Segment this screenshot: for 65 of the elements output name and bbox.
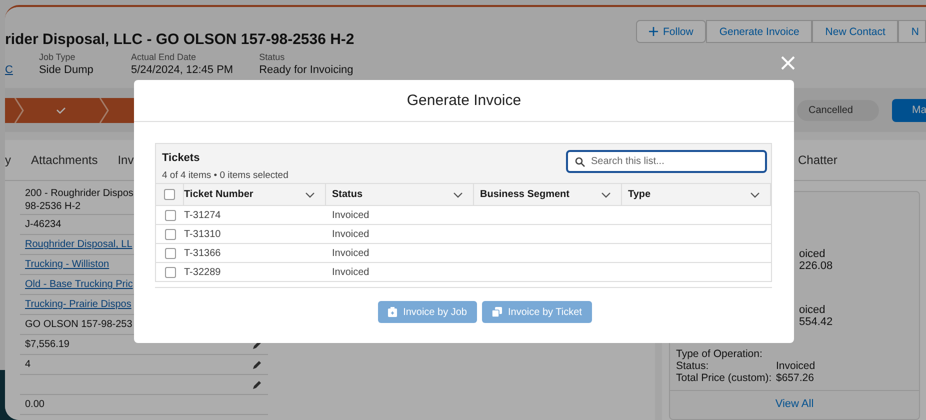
action-button[interactable]: N bbox=[898, 20, 926, 43]
detail-value: $7,556.19 bbox=[25, 338, 70, 351]
table-cell: T-31310 bbox=[184, 228, 221, 240]
record-title: rider Disposal, LLC - GO OLSON 157-98-2536 H-2 bbox=[5, 31, 354, 48]
status-pill[interactable]: Cancelled bbox=[796, 100, 879, 120]
detail-link[interactable]: Roughrider Disposal, LL bbox=[25, 238, 132, 251]
related-value: oiced bbox=[799, 248, 826, 260]
checkbox[interactable] bbox=[164, 248, 176, 258]
search-icon bbox=[575, 157, 585, 167]
field-label: Job Type bbox=[38, 52, 76, 62]
chevron-down-icon[interactable] bbox=[601, 192, 611, 198]
table-cell: Invoiced bbox=[332, 248, 370, 258]
field-link[interactable]: C bbox=[5, 64, 13, 76]
table-cell: Invoiced bbox=[332, 266, 370, 278]
table-cell: T-32289 bbox=[184, 266, 221, 278]
related-value: $657.26 bbox=[776, 372, 815, 384]
field-label: Status bbox=[259, 52, 286, 62]
related-value: oiced bbox=[799, 304, 826, 316]
pencil-icon[interactable] bbox=[252, 380, 262, 390]
modal-title: Generate Invoice bbox=[406, 92, 522, 109]
table-cell: Invoiced bbox=[332, 228, 370, 240]
related-label: Total Price (custom): bbox=[676, 372, 773, 384]
detail-value: 200 - Roughrider Dispos 98-2536 H-2 bbox=[25, 186, 134, 212]
table-cell: T-31366 bbox=[184, 248, 221, 258]
checkbox[interactable] bbox=[164, 228, 176, 240]
table-cell: T-31274 bbox=[184, 210, 221, 220]
copy-icon bbox=[492, 307, 502, 317]
progress-path-drawing[interactable] bbox=[5, 98, 134, 122]
plus-icon bbox=[648, 27, 658, 36]
view-all-link[interactable]: View All bbox=[670, 390, 919, 410]
table-cell: Invoiced bbox=[332, 210, 370, 220]
chevron-down-icon[interactable] bbox=[750, 192, 760, 198]
field-value: Ready for Invoicing bbox=[259, 64, 354, 76]
action-button[interactable]: Generate Invoice bbox=[706, 20, 812, 43]
checkbox[interactable] bbox=[164, 189, 175, 200]
tab[interactable]: Attachments bbox=[31, 153, 98, 167]
related-value: 226.08 bbox=[799, 260, 834, 272]
field-value: 5/24/2024, 12:45 PM bbox=[130, 64, 234, 76]
chevron-down-icon[interactable] bbox=[305, 192, 315, 198]
related-value: Invoiced bbox=[776, 360, 816, 372]
detail-value: J-46234 bbox=[25, 218, 62, 231]
tab[interactable]: Inv bbox=[118, 153, 134, 167]
tab[interactable]: y bbox=[5, 153, 11, 167]
field-label: Actual End Date bbox=[130, 52, 197, 62]
detail-value: GO OLSON 157-98-253 bbox=[25, 318, 132, 331]
detail-value: 4 bbox=[25, 358, 31, 371]
detail-link[interactable]: Trucking- Prairie Dispos bbox=[25, 298, 132, 311]
checkbox[interactable] bbox=[164, 210, 176, 220]
detail-link[interactable]: Old - Base Trucking Pric bbox=[25, 278, 133, 291]
pencil-icon[interactable] bbox=[252, 360, 262, 370]
related-value: 554.42 bbox=[799, 316, 834, 328]
search-field[interactable]: Search this list... bbox=[566, 150, 767, 173]
detail-link[interactable]: Trucking - Williston bbox=[25, 258, 110, 271]
chevron-down-icon[interactable] bbox=[453, 192, 463, 198]
list-summary: 4 of 4 items • 0 items selected bbox=[162, 170, 288, 181]
related-label: Type of Operation: bbox=[676, 348, 764, 360]
related-label: Status: bbox=[676, 360, 710, 372]
detail-value: 0.00 bbox=[25, 398, 44, 411]
clipboard-icon bbox=[388, 307, 398, 317]
tab[interactable]: Chatter bbox=[798, 153, 838, 167]
checkbox[interactable] bbox=[164, 266, 176, 278]
field-value: Side Dump bbox=[38, 64, 94, 76]
list-title: Tickets bbox=[162, 152, 201, 164]
action-button[interactable]: Follow bbox=[636, 20, 706, 43]
action-button[interactable]: New Contact bbox=[812, 20, 898, 43]
